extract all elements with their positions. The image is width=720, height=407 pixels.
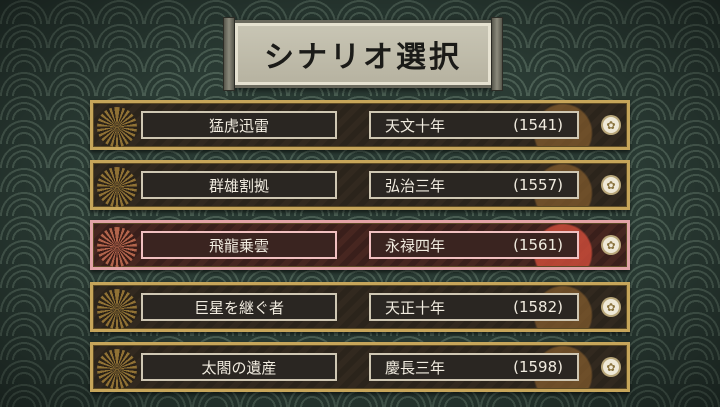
screen-title: シナリオ選択: [264, 40, 462, 75]
family-crest-icon: ✿: [603, 299, 619, 315]
title-scroll: シナリオ選択: [223, 17, 503, 91]
scenario-era: 天文十年: [385, 116, 446, 135]
family-crest-icon: ✿: [603, 237, 619, 253]
folding-fan-icon: [97, 227, 137, 267]
scenario-name-box: 巨星を継ぐ者: [141, 293, 337, 321]
scenario-year: (1541): [513, 116, 563, 134]
family-crest-icon: ✿: [603, 117, 619, 133]
scenario-era-box: 永禄四年 (1561): [369, 231, 579, 259]
family-crest-icon: ✿: [603, 177, 619, 193]
scenario-name: 飛龍乗雲: [208, 236, 269, 255]
folding-fan-icon: [97, 167, 137, 207]
scenario-name: 太閤の遺産: [201, 358, 277, 377]
scenario-year: (1557): [513, 176, 563, 194]
scenario-name-box: 太閤の遺産: [141, 353, 337, 381]
folding-fan-icon: [97, 349, 137, 389]
scenario-name: 群雄割拠: [208, 176, 269, 195]
scenario-era-box: 慶長三年 (1598): [369, 353, 579, 381]
scenario-name-box: 猛虎迅雷: [141, 111, 337, 139]
scenario-name: 巨星を継ぐ者: [193, 298, 284, 317]
folding-fan-icon: [97, 289, 137, 329]
scenario-era-box: 天正十年 (1582): [369, 293, 579, 321]
scenario-era: 弘治三年: [385, 176, 446, 195]
scenario-year: (1582): [513, 298, 563, 316]
scenario-era: 天正十年: [385, 298, 446, 317]
scenario-era: 永禄四年: [385, 236, 446, 255]
scenario-name-box: 飛龍乗雲: [141, 231, 337, 259]
scenario-name: 猛虎迅雷: [208, 116, 269, 135]
scenario-era-box: 弘治三年 (1557): [369, 171, 579, 199]
scenario-option[interactable]: 巨星を継ぐ者 天正十年 (1582) ✿: [90, 282, 630, 332]
scenario-name-box: 群雄割拠: [141, 171, 337, 199]
scenario-option[interactable]: 太閤の遺産 慶長三年 (1598) ✿: [90, 342, 630, 392]
folding-fan-icon: [97, 107, 137, 147]
scenario-era-box: 天文十年 (1541): [369, 111, 579, 139]
scenario-year: (1561): [513, 236, 563, 254]
scenario-option[interactable]: 群雄割拠 弘治三年 (1557) ✿: [90, 160, 630, 210]
scenario-option-selected[interactable]: 飛龍乗雲 永禄四年 (1561) ✿: [90, 220, 630, 270]
scenario-era: 慶長三年: [385, 358, 446, 377]
family-crest-icon: ✿: [603, 359, 619, 375]
scenario-year: (1598): [513, 358, 563, 376]
scenario-option[interactable]: 猛虎迅雷 天文十年 (1541) ✿: [90, 100, 630, 150]
